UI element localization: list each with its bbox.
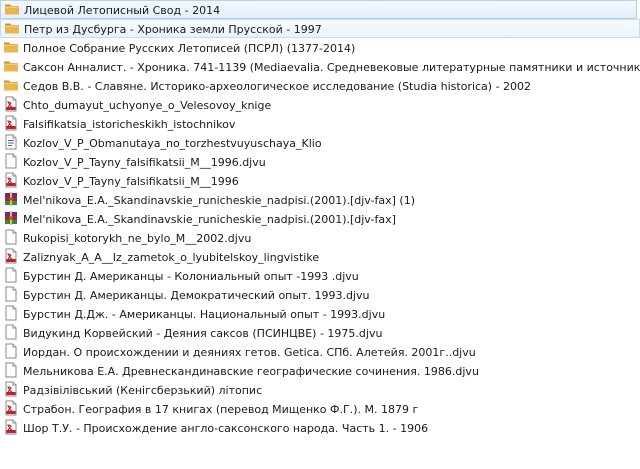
blank-file-icon	[3, 286, 19, 302]
file-name-label: Kozlov_V_P_Tayny_falsifikatsii_M__1996	[23, 174, 239, 188]
file-list-item[interactable]: Полное Собрание Русских Летописей (ПСРЛ)…	[0, 38, 640, 57]
file-list-item[interactable]: Kozlov_V_P_Tayny_falsifikatsii_M__1996	[0, 171, 640, 190]
file-list-item[interactable]: Седов В.В. - Славяне. Историко-археологи…	[0, 76, 640, 95]
file-list-item[interactable]: Kozlov_V_P_Obmanutaya_no_torzhestvuyusch…	[0, 133, 640, 152]
folder-icon	[4, 1, 20, 17]
file-list-item[interactable]: Бурстин Д. Американцы - Колониальный опы…	[0, 266, 640, 285]
file-list-item[interactable]: Mel'nikova_E.A._Skandinavskie_runicheski…	[0, 190, 640, 209]
file-name-label: Петр из Дусбурга - Хроника земли Прусско…	[24, 22, 322, 36]
file-list-item[interactable]: Kozlov_V_P_Tayny_falsifikatsii_M__1996.d…	[0, 152, 640, 171]
file-list-item[interactable]: Страбон. География в 17 книгах (перевод …	[0, 399, 640, 418]
archive-icon	[3, 191, 19, 207]
folder-icon	[3, 77, 19, 93]
archive-icon	[3, 210, 19, 226]
blank-file-icon	[3, 305, 19, 321]
file-name-label: Радзівілівський (Кенігсберзький) літопис	[23, 383, 263, 397]
djvu-file-icon	[3, 134, 19, 150]
file-list-item[interactable]: Zaliznyak_A_A__Iz_zametok_o_lyubitelskoy…	[0, 247, 640, 266]
file-list-item[interactable]: Видукинд Корвейский - Деяния саксов (ПСИ…	[0, 323, 640, 342]
file-name-label: Лицевой Летописный Свод - 2014	[24, 3, 221, 17]
blank-file-icon	[3, 267, 19, 283]
file-name-label: Kozlov_V_P_Obmanutaya_no_torzhestvuyusch…	[23, 136, 322, 150]
pdf-file-icon	[3, 115, 19, 131]
pdf-file-icon	[3, 400, 19, 416]
file-name-label: Бурстин Д. Американцы. Демократический о…	[23, 288, 370, 302]
file-name-label: Иордан. О происхождении и деяниях гетов.…	[23, 345, 476, 359]
blank-file-icon	[3, 324, 19, 340]
pdf-file-icon	[3, 96, 19, 112]
pdf-file-icon	[3, 419, 19, 435]
blank-file-icon	[3, 153, 19, 169]
file-list-item[interactable]: Бурстин Д.Дж. - Американцы. Национальный…	[0, 304, 640, 323]
file-list-item[interactable]: Mel'nikova_E.A._Skandinavskie_runicheski…	[0, 209, 640, 228]
pdf-file-icon	[3, 248, 19, 264]
pdf-file-icon	[3, 172, 19, 188]
file-list-item[interactable]: Радзівілівський (Кенігсберзький) літопис	[0, 380, 640, 399]
file-name-label: Chto_dumayut_uchyonye_o_Velesovoy_knige	[23, 98, 272, 112]
file-name-label: Mel'nikova_E.A._Skandinavskie_runicheski…	[23, 193, 415, 207]
file-name-label: Falsifikatsia_istoricheskikh_istochnikov	[23, 117, 236, 131]
folder-icon	[3, 58, 19, 74]
file-list-item[interactable]: Falsifikatsia_istoricheskikh_istochnikov	[0, 114, 640, 133]
file-name-label: Страбон. География в 17 книгах (перевод …	[23, 402, 419, 416]
file-name-label: Бурстин Д.Дж. - Американцы. Национальный…	[23, 307, 386, 321]
file-name-label: Видукинд Корвейский - Деяния саксов (ПСИ…	[23, 326, 383, 340]
file-name-label: Мельникова Е.А. Древнескандинавские геог…	[23, 364, 479, 378]
blank-file-icon	[3, 362, 19, 378]
file-list-item[interactable]: Иордан. О происхождении и деяниях гетов.…	[0, 342, 640, 361]
file-list-item[interactable]: Мельникова Е.А. Древнескандинавские геог…	[0, 361, 640, 380]
file-list-item[interactable]: Бурстин Д. Американцы. Демократический о…	[0, 285, 640, 304]
file-name-label: Саксон Анналист. - Хроника. 741-1139 (Me…	[23, 60, 640, 74]
file-name-label: Kozlov_V_P_Tayny_falsifikatsii_M__1996.d…	[23, 155, 266, 169]
file-name-label: Полное Собрание Русских Летописей (ПСРЛ)…	[23, 41, 356, 55]
file-list: Лицевой Летописный Свод - 2014 Петр из Д…	[0, 0, 640, 469]
file-list-item[interactable]: Rukopisi_kotorykh_ne_bylo_M__2002.djvu	[0, 228, 640, 247]
file-list-item[interactable]: Саксон Анналист. - Хроника. 741-1139 (Me…	[0, 57, 640, 76]
blank-file-icon	[3, 343, 19, 359]
blank-file-icon	[3, 229, 19, 245]
file-name-label: Шор Т.У. - Происхождение англо-саксонско…	[23, 421, 429, 435]
folder-icon	[3, 39, 19, 55]
file-list-item[interactable]: Петр из Дусбурга - Хроника земли Прусско…	[0, 19, 640, 38]
file-list-item[interactable]: Шор Т.У. - Происхождение англо-саксонско…	[0, 418, 640, 437]
file-name-label: Rukopisi_kotorykh_ne_bylo_M__2002.djvu	[23, 231, 252, 245]
folder-icon	[4, 20, 20, 36]
file-name-label: Mel'nikova_E.A._Skandinavskie_runicheski…	[23, 212, 396, 226]
file-list-item[interactable]: Лицевой Летописный Свод - 2014	[0, 0, 637, 19]
pdf-file-icon	[3, 381, 19, 397]
file-name-label: Седов В.В. - Славяне. Историко-археологи…	[23, 79, 532, 93]
file-list-item[interactable]: Chto_dumayut_uchyonye_o_Velesovoy_knige	[0, 95, 640, 114]
file-name-label: Бурстин Д. Американцы - Колониальный опы…	[23, 269, 359, 283]
file-name-label: Zaliznyak_A_A__Iz_zametok_o_lyubitelskoy…	[23, 250, 320, 264]
